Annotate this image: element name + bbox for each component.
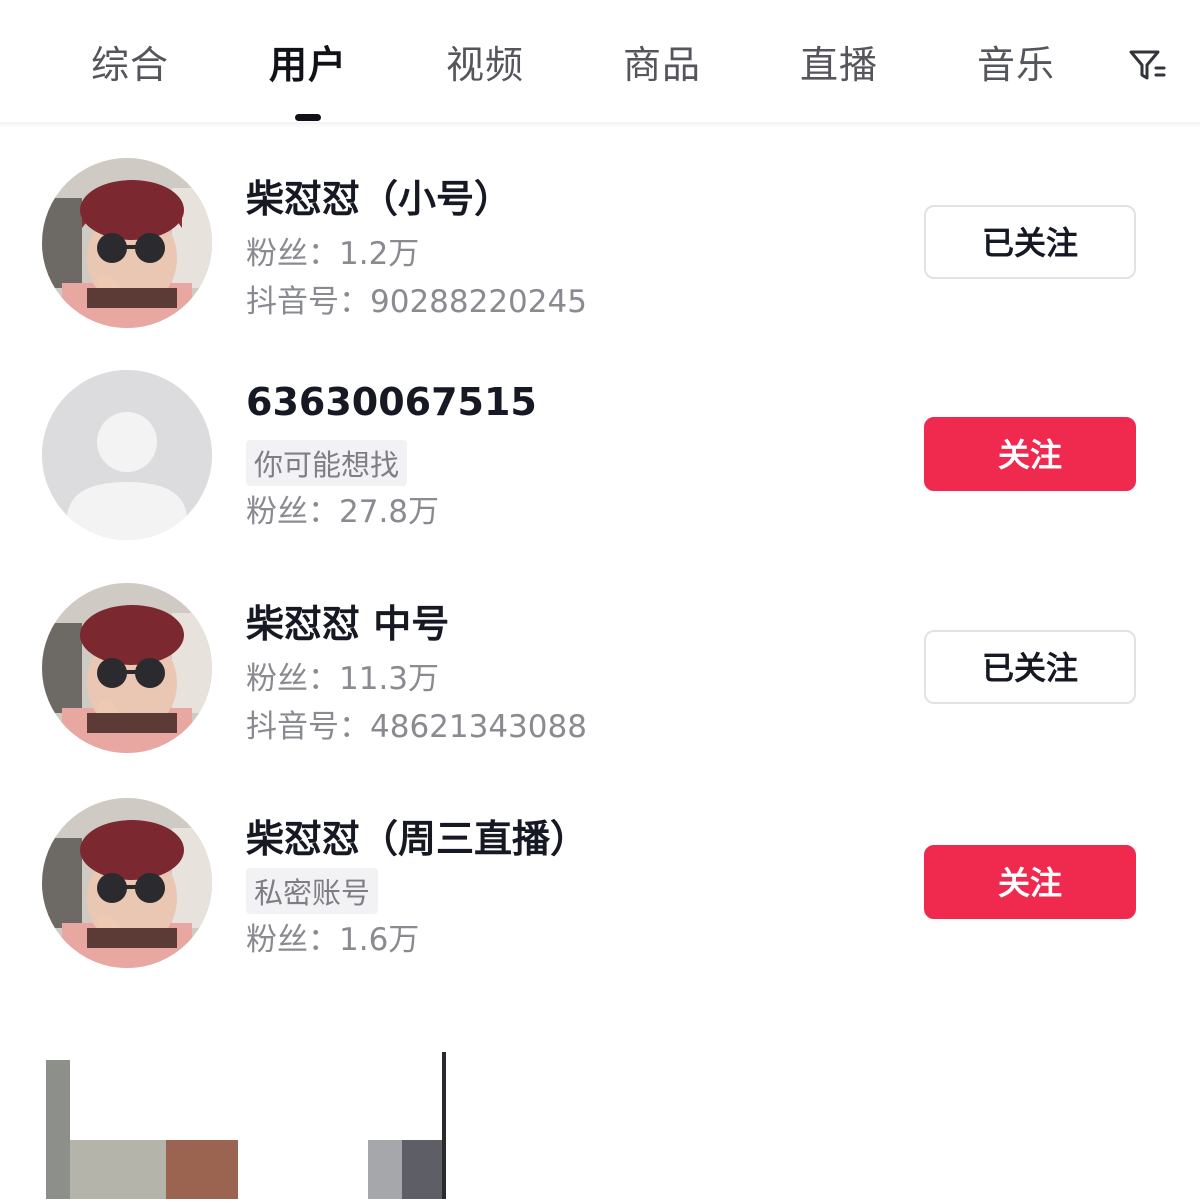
follow-button[interactable]: 关注 bbox=[924, 845, 1136, 919]
filter-icon[interactable] bbox=[1128, 46, 1166, 84]
douyin-id: 抖音号：48621343088 bbox=[246, 709, 587, 745]
following-button[interactable]: 已关注 bbox=[924, 630, 1136, 704]
active-tab-indicator bbox=[295, 114, 321, 121]
user-row[interactable]: 63630067515 你可能想找 粉丝：27.8万 关注 bbox=[0, 362, 1200, 572]
user-name[interactable]: 63630067515 bbox=[246, 380, 537, 424]
avatar[interactable] bbox=[42, 798, 212, 968]
suggestion-tag: 你可能想找 bbox=[246, 440, 408, 486]
fans-count: 粉丝：1.2万 bbox=[246, 236, 420, 272]
tab-live[interactable]: 直播 bbox=[784, 40, 894, 90]
tab-products[interactable]: 商品 bbox=[607, 40, 717, 90]
private-account-tag: 私密账号 bbox=[246, 868, 379, 914]
following-button[interactable]: 已关注 bbox=[924, 205, 1136, 279]
user-row[interactable]: 柴怼怼（周三直播） 私密账号 粉丝：1.6万 关注 bbox=[0, 790, 1200, 1000]
fans-count: 粉丝：27.8万 bbox=[246, 494, 440, 530]
avatar[interactable] bbox=[42, 583, 212, 753]
user-name[interactable]: 柴怼怼（周三直播） bbox=[246, 808, 588, 863]
tab-all[interactable]: 综合 bbox=[75, 40, 185, 90]
partial-video-thumbnails bbox=[0, 1000, 1200, 1199]
tab-videos[interactable]: 视频 bbox=[430, 40, 540, 90]
user-row[interactable]: 柴怼怼 中号 粉丝：11.3万 抖音号：48621343088 已关注 bbox=[0, 575, 1200, 785]
user-name[interactable]: 柴怼怼 中号 bbox=[246, 593, 449, 648]
user-name[interactable]: 柴怼怼（小号） bbox=[246, 168, 512, 223]
tab-music[interactable]: 音乐 bbox=[961, 40, 1071, 90]
douyin-id: 抖音号：90288220245 bbox=[246, 284, 587, 320]
default-avatar-icon[interactable] bbox=[42, 370, 212, 540]
search-tab-bar: 综合 用户 视频 商品 直播 音乐 bbox=[0, 0, 1200, 122]
tab-divider bbox=[0, 122, 1200, 128]
follow-button[interactable]: 关注 bbox=[924, 417, 1136, 491]
fans-count: 粉丝：11.3万 bbox=[246, 661, 440, 697]
avatar[interactable] bbox=[42, 158, 212, 328]
tab-users[interactable]: 用户 bbox=[253, 40, 363, 90]
fans-count: 粉丝：1.6万 bbox=[246, 922, 420, 958]
user-row[interactable]: 柴怼怼（小号） 粉丝：1.2万 抖音号：90288220245 已关注 bbox=[0, 150, 1200, 360]
